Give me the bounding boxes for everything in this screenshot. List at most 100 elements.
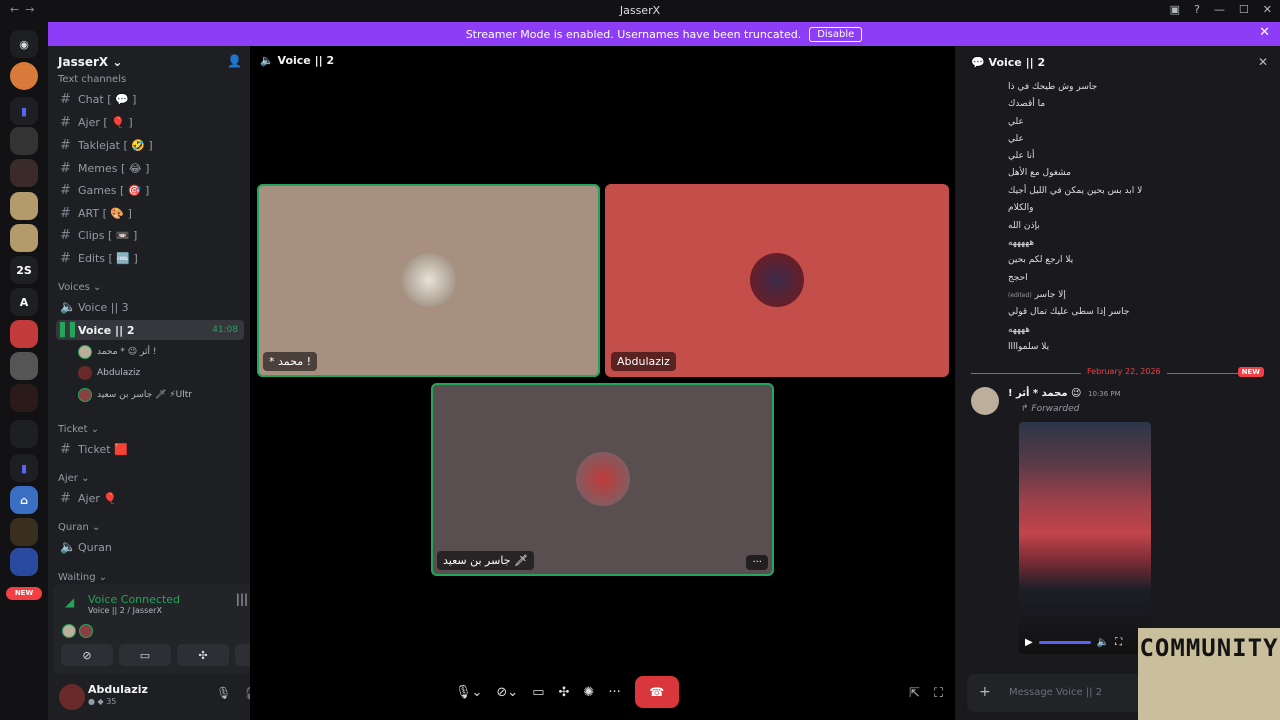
attach-plus-icon[interactable]: + [979,684,991,700]
banner-close-icon[interactable]: ✕ [1259,25,1270,40]
user-name: Abdulaziz [88,683,148,696]
channel-art[interactable]: # ART [ 🎨 ] [56,203,244,223]
channel-sidebar: JasserX ⌄ 👤 Text channels # Chat [ 💬 ] # A… [48,46,293,720]
channel-ajer[interactable]: # Ajer [ 🎈 ] [56,112,244,132]
signal-icon[interactable]: ◢ [65,595,74,609]
voice-status[interactable]: Voice Connected [88,593,180,606]
participant-tile[interactable]: * محمد ! [257,184,600,377]
server-icon[interactable] [10,224,38,252]
more-icon[interactable]: ··· [608,685,620,700]
more-options-button[interactable]: ··· [746,555,768,570]
chat-message: علي [1008,117,1024,127]
video-progress[interactable] [1038,641,1091,644]
channel-taklejat[interactable]: # Taklejat [ 🤣 ] [56,135,244,155]
channel-chat[interactable]: # Chat [ 💬 ] [56,89,244,109]
server-2s[interactable]: 2S [10,256,38,284]
server-icon[interactable] [10,548,38,576]
maximize-icon[interactable]: ☐ [1239,3,1249,16]
screen-share-icon[interactable]: ▭ [532,685,544,700]
server-icon[interactable] [10,320,38,348]
chat-message: لا ابد بس بحين يمكن في الليل أجيك [1008,186,1143,196]
inbox-icon[interactable]: ▣ [1170,3,1180,16]
server-name[interactable]: JasserX ⌄ [58,55,122,69]
category-ticket[interactable]: Ticket ⌄ [58,424,99,435]
chat-message: ما أقصدك [1008,99,1046,109]
server-icon[interactable] [10,352,38,380]
category-quran[interactable]: Quran ⌄ [58,522,100,533]
community-watermark: COMMUNITY [1138,628,1280,720]
pop-out-icon[interactable]: ⇱ [909,686,920,701]
category-ajer[interactable]: Ajer ⌄ [58,473,89,484]
activities-icon[interactable]: ✣ [559,685,570,700]
server-icon[interactable] [10,127,38,155]
channel-games[interactable]: # Games [ 🎯 ] [56,180,244,200]
invite-icon[interactable]: 👤 [227,54,242,68]
server-icon[interactable] [10,159,38,187]
screen-share-button[interactable]: ▭ [119,644,171,666]
disable-button[interactable]: Disable [809,26,863,42]
noise-suppression-icon[interactable]: ||| [236,592,248,606]
folder-icon[interactable]: ▮ [10,454,38,482]
help-icon[interactable]: ? [1194,3,1200,16]
minimize-icon[interactable]: — [1214,3,1225,16]
server-icon[interactable] [10,62,38,90]
title-bar: ←→ JasserX ▣ ? — ☐ ✕ [0,0,1280,22]
channel-quran[interactable]: 🔈 Quran [56,537,244,557]
banner-text: Streamer Mode is enabled. Usernames have… [465,27,802,41]
camera-off-button[interactable]: ⊘ [61,644,113,666]
channel-ticket[interactable]: # Ticket 🟥 [56,439,244,459]
participant-label: Abdulaziz [611,352,676,371]
avatar [78,388,92,402]
forwarded-video[interactable]: ▶ 🔈 ⛶ [1019,422,1151,654]
message-author[interactable]: ! محمد * أثر 😉 [1008,388,1081,399]
message-placeholder: Message Voice || 2 [1009,687,1103,698]
chat-message: مشغول مع الأهل [1008,168,1071,178]
hang-up-button[interactable]: ☎ [634,676,679,708]
category-waiting[interactable]: Waiting ⌄ [58,572,107,583]
soundboard-icon[interactable]: ✺ [583,685,594,700]
chat-message: أنا علي [1008,151,1035,161]
fullscreen-icon[interactable]: ⛶ [1115,637,1122,648]
server-icon[interactable] [10,420,38,448]
hash-icon: # [60,160,71,176]
participant-tile[interactable]: جاسر بن سعيد 🗡 ··· [431,383,774,576]
close-chat-icon[interactable]: ✕ [1258,55,1268,69]
avatar[interactable] [971,387,999,415]
microphone-icon[interactable]: 🎙⌄ [455,685,482,700]
camera-off-icon[interactable]: ⊘⌄ [496,685,518,700]
voice-member[interactable]: أثر 😉 * محمد ! [78,343,156,361]
discord-home-icon[interactable]: ◉ [10,30,38,58]
server-icon[interactable] [10,192,38,220]
category-voices[interactable]: Voices ⌄ [58,282,101,293]
hash-icon: # [60,114,71,130]
folder-icon[interactable]: ▮ [10,97,38,125]
channel-memes[interactable]: # Memes [ 😂 ] [56,158,244,178]
microphone-icon[interactable]: 🎙 [216,686,231,700]
play-icon[interactable]: ▶ [1025,637,1033,648]
stage-header: 🔈 Voice || 2 [260,54,335,67]
chat-message: احجج [1008,273,1028,283]
server-icon[interactable] [10,384,38,412]
avatar [59,684,85,710]
voice-member[interactable]: جاسر بن سعيد 🗡 ⚡Ultr [78,386,192,404]
voice-location[interactable]: Voice || 2 / JasserX [88,606,162,615]
new-badge: NEW [1237,367,1264,377]
category-text-channels[interactable]: Text channels [58,74,126,85]
volume-icon[interactable]: 🔈 [1097,637,1109,648]
activities-button[interactable]: ✣ [177,644,229,666]
channel-clips[interactable]: # Clips [ 📼 ] [56,225,244,245]
chat-panel: 💬 Voice || 2 ✕ جاسر وش طيحك في ذا ما أقص… [955,46,1280,720]
fullscreen-icon[interactable]: ⛶ [934,686,943,701]
server-a[interactable]: A [10,288,38,316]
chat-message: ههههه [1008,325,1031,335]
channel-edits[interactable]: # Edits [ 🆒 ] [56,248,244,268]
home-server-icon[interactable]: ⌂ [10,486,38,514]
participant-tile[interactable]: Abdulaziz [605,184,949,377]
channel-ajer-2[interactable]: # Ajer 🎈 [56,488,244,508]
close-window-icon[interactable]: ✕ [1263,3,1272,16]
voice-member[interactable]: Abdulaziz [78,364,140,382]
hash-icon: # [60,250,71,266]
channel-voice-2[interactable]: ▌▌ Voice || 2 41:08 [56,320,244,340]
channel-voice-3[interactable]: 🔈 Voice || 3 [56,297,244,317]
server-icon[interactable] [10,518,38,546]
